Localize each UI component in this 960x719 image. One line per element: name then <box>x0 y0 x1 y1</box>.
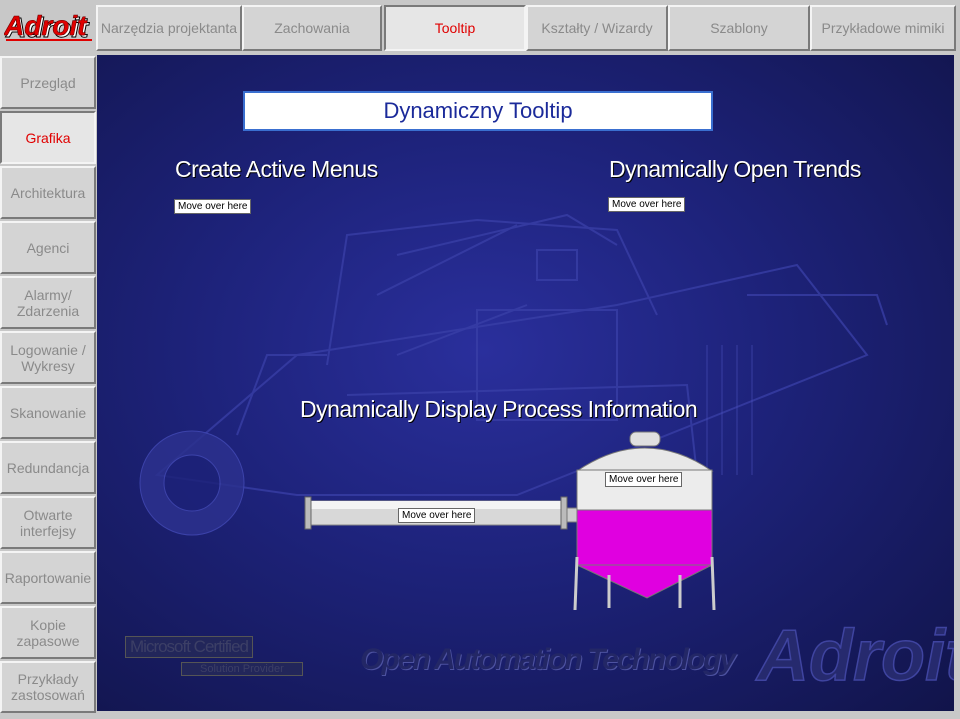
tab-szablony[interactable]: Szablony <box>668 5 810 51</box>
tab-ksztalty-wizardy[interactable]: Kształty / Wizardy <box>526 5 668 51</box>
sidebar-item-redundancja[interactable]: Redundancja <box>0 441 96 494</box>
tab-narzedzia-projektanta[interactable]: Narzędzia projektanta <box>96 5 242 51</box>
svg-text:Adroit: Adroit <box>4 10 88 41</box>
sidebar-item-przeglad[interactable]: Przegląd <box>0 56 96 109</box>
microsoft-certified-text: Microsoft Certified <box>125 636 253 658</box>
svg-text:Adroit: Adroit <box>755 616 954 696</box>
main-panel: Adroit Dynamiczny Tooltip Create Active … <box>97 55 954 711</box>
heading-create-active-menus: Create Active Menus <box>175 156 378 182</box>
sidebar-item-raportowanie[interactable]: Raportowanie <box>0 551 96 604</box>
sidebar-item-otwarte-interfejsy[interactable]: Otwarte interfejsy <box>0 496 96 549</box>
machine-background-image: Adroit <box>139 213 954 697</box>
heading-dynamically-open-trends: Dynamically Open Trends <box>609 156 861 182</box>
sidebar-item-logowanie-wykresy[interactable]: Logowanie / Wykresy <box>0 331 96 384</box>
tagline: Open Automation Technology <box>360 643 736 676</box>
tank-graphic <box>573 431 716 611</box>
sidebar-item-agenci[interactable]: Agenci <box>0 221 96 274</box>
hover-target-trends[interactable]: Move over here <box>608 197 686 212</box>
solution-provider-text: Solution Provider <box>181 662 303 676</box>
hover-target-menus[interactable]: Move over here <box>174 199 252 214</box>
sidebar-item-przyklady-zastosowan[interactable]: Przykłady zastosowań <box>0 661 96 713</box>
sidebar-item-kopie-zapasowe[interactable]: Kopie zapasowe <box>0 606 96 659</box>
microsoft-certified-badge: Microsoft Certified Solution Provider <box>125 636 303 676</box>
sidebar-item-skanowanie[interactable]: Skanowanie <box>0 386 96 439</box>
hover-target-tank[interactable]: Move over here <box>605 472 683 487</box>
hover-target-pipe[interactable]: Move over here <box>398 508 476 523</box>
tab-zachowania[interactable]: Zachowania <box>242 5 382 51</box>
tab-tooltip[interactable]: Tooltip <box>384 5 526 51</box>
sidebar-item-architektura[interactable]: Architektura <box>0 166 96 219</box>
tab-przykladowe-mimiki[interactable]: Przykładowe mimiki <box>810 5 956 51</box>
page-title: Dynamiczny Tooltip <box>243 91 713 131</box>
adroit-logo: Adroit Adroit <box>3 8 94 46</box>
sidebar-item-grafika[interactable]: Grafika <box>0 111 96 164</box>
sidebar-item-alarmy-zdarzenia[interactable]: Alarmy/ Zdarzenia <box>0 276 96 329</box>
heading-display-process-information: Dynamically Display Process Information <box>300 396 698 422</box>
